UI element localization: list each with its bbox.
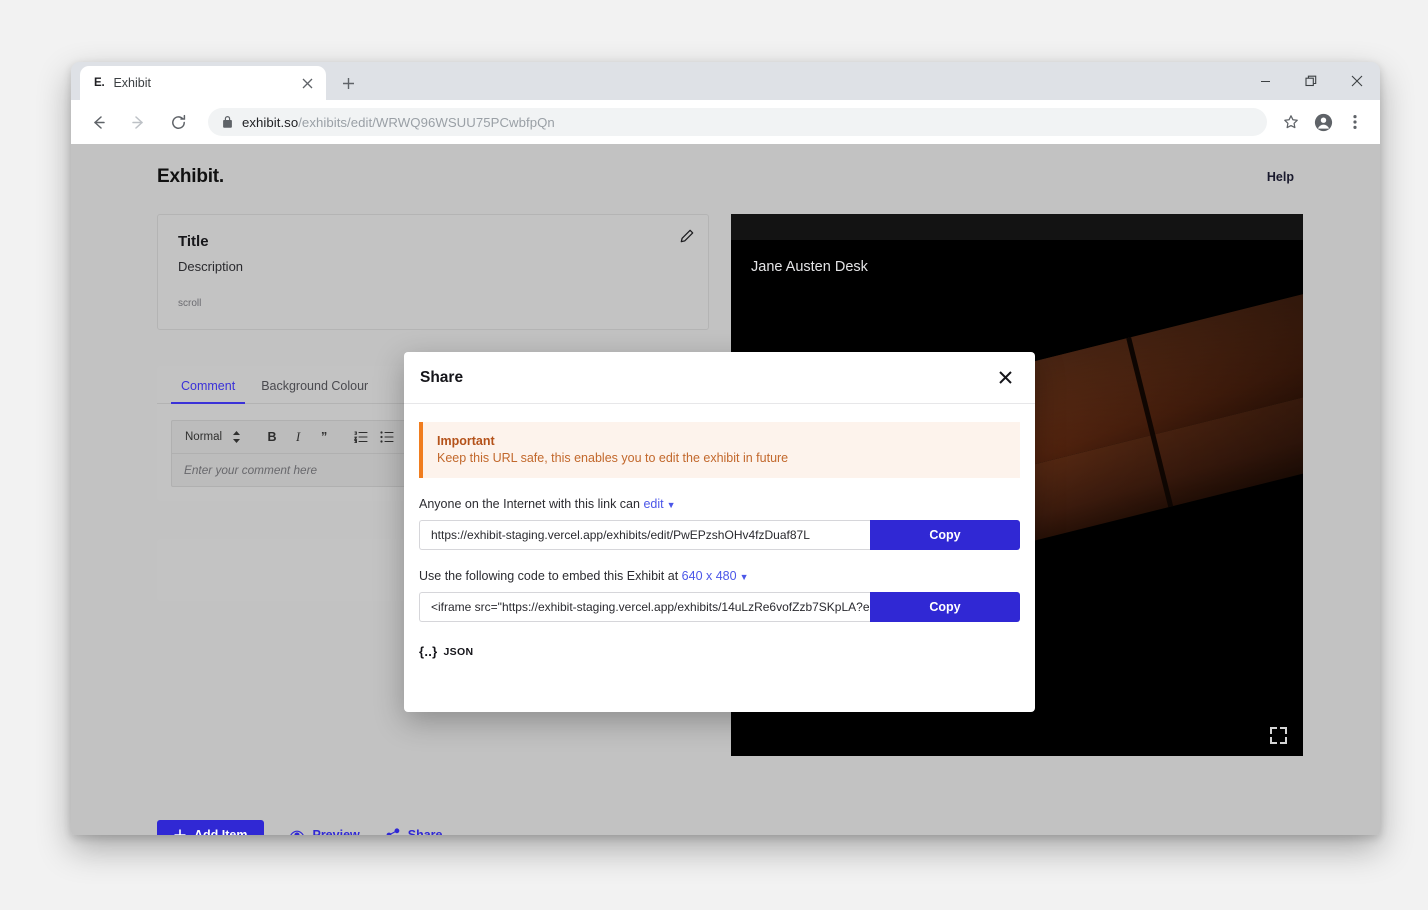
fullscreen-corner — [1280, 727, 1287, 734]
copy-embed-code-button[interactable]: Copy — [870, 592, 1020, 622]
lock-icon — [222, 116, 233, 128]
eye-icon — [290, 828, 304, 835]
embed-label: Use the following code to embed this Exh… — [419, 569, 1020, 583]
add-item-button[interactable]: Add Item — [157, 820, 264, 835]
tab-close-icon[interactable] — [299, 75, 316, 92]
preview-button[interactable]: Preview — [290, 828, 359, 835]
exhibit-topbar — [731, 214, 1303, 240]
window-controls — [1242, 62, 1380, 100]
share-icon — [386, 828, 400, 835]
share-button[interactable]: Share — [386, 828, 443, 835]
browser-tab[interactable]: E. Exhibit — [80, 66, 326, 100]
browser-window: E. Exhibit — [71, 62, 1380, 835]
comment-placeholder: Enter your comment here — [184, 463, 317, 477]
url-text: exhibit.so/exhibits/edit/WRWQ96WSUU75PCw… — [242, 115, 555, 130]
chevron-down-icon[interactable]: ▼ — [740, 572, 749, 582]
share-label: Share — [408, 828, 443, 835]
fullscreen-icon[interactable] — [1270, 727, 1287, 744]
alert-title: Important — [437, 434, 1006, 448]
blockquote-button[interactable]: ” — [312, 426, 336, 448]
share-modal: Share Important Keep this URL safe, this… — [404, 352, 1035, 712]
share-modal-title: Share — [420, 369, 463, 387]
add-item-label: Add Item — [194, 828, 247, 835]
italic-button[interactable]: I — [286, 426, 310, 448]
account-icon[interactable] — [1308, 107, 1338, 137]
embed-size-dropdown[interactable]: 640 x 480 — [682, 569, 737, 583]
tab-background-colour[interactable]: Background Colour — [251, 366, 378, 404]
share-link-label-prefix: Anyone on the Internet with this link ca… — [419, 497, 640, 511]
window-restore-button[interactable] — [1288, 62, 1334, 100]
json-braces-icon: {..} — [419, 644, 438, 659]
back-button[interactable] — [83, 107, 113, 137]
share-link-input[interactable]: https://exhibit-staging.vercel.app/exhib… — [419, 520, 870, 550]
plus-icon — [174, 829, 186, 835]
tab-title: Exhibit — [113, 76, 290, 90]
tab-favicon: E. — [94, 77, 104, 89]
browser-tabstrip: E. Exhibit — [71, 62, 1380, 100]
app-header: Exhibit. Help — [71, 144, 1380, 188]
permission-dropdown[interactable]: edit — [643, 497, 663, 511]
forward-button[interactable] — [123, 107, 153, 137]
fullscreen-corner — [1270, 737, 1277, 744]
embed-label-prefix: Use the following code to embed this Exh… — [419, 569, 678, 583]
new-tab-button[interactable] — [334, 69, 363, 98]
app-brand: Exhibit. — [157, 166, 224, 188]
reload-button[interactable] — [163, 107, 193, 137]
embed-code-input[interactable]: <iframe src="https://exhibit-staging.ver… — [419, 592, 870, 622]
star-icon[interactable] — [1276, 107, 1306, 137]
bottom-action-bar: Add Item Preview Share — [71, 820, 1380, 835]
json-link[interactable]: {..} JSON — [419, 644, 1020, 659]
chevron-down-icon[interactable]: ▼ — [667, 500, 676, 510]
window-minimize-button[interactable] — [1242, 62, 1288, 100]
fullscreen-corner — [1280, 737, 1287, 744]
share-modal-header: Share — [404, 352, 1035, 404]
bullet-list-icon[interactable] — [375, 426, 399, 448]
share-modal-body: Important Keep this URL safe, this enabl… — [404, 404, 1035, 659]
close-icon[interactable] — [995, 368, 1015, 388]
url-path: /exhibits/edit/WRWQ96WSUU75PCwbfpQn — [298, 115, 555, 130]
address-bar[interactable]: exhibit.so/exhibits/edit/WRWQ96WSUU75PCw… — [208, 108, 1267, 136]
card-title: Title — [178, 233, 688, 250]
format-select[interactable]: Normal — [182, 431, 247, 443]
help-link[interactable]: Help — [1267, 170, 1294, 184]
copy-share-link-button[interactable]: Copy — [870, 520, 1020, 550]
important-alert: Important Keep this URL safe, this enabl… — [419, 422, 1020, 478]
share-link-label: Anyone on the Internet with this link ca… — [419, 497, 1020, 511]
format-select-value: Normal — [185, 431, 222, 443]
preview-label: Preview — [312, 828, 359, 835]
url-domain: exhibit.so — [242, 115, 298, 130]
toolbar-right-icons — [1276, 107, 1372, 137]
updown-caret-icon — [233, 431, 240, 443]
alert-text: Keep this URL safe, this enables you to … — [437, 451, 1006, 465]
browser-toolbar: exhibit.so/exhibits/edit/WRWQ96WSUU75PCw… — [71, 100, 1380, 144]
fullscreen-corner — [1270, 727, 1277, 734]
tab-comment[interactable]: Comment — [171, 366, 245, 404]
exhibit-title-card: Title Description scroll — [157, 214, 709, 330]
embed-code-row: <iframe src="https://exhibit-staging.ver… — [419, 592, 1020, 622]
window-close-button[interactable] — [1334, 62, 1380, 100]
card-scroll-hint: scroll — [178, 298, 688, 309]
card-description: Description — [178, 259, 688, 274]
pencil-icon[interactable] — [680, 229, 694, 243]
page-content: Exhibit. Help Title Description scroll — [71, 144, 1380, 835]
ordered-list-icon[interactable] — [349, 426, 373, 448]
three-dot-menu-icon[interactable] — [1340, 107, 1370, 137]
exhibit-item-title: Jane Austen Desk — [751, 259, 868, 275]
share-link-row: https://exhibit-staging.vercel.app/exhib… — [419, 520, 1020, 550]
json-link-label: JSON — [444, 646, 474, 658]
bold-button[interactable]: B — [260, 426, 284, 448]
